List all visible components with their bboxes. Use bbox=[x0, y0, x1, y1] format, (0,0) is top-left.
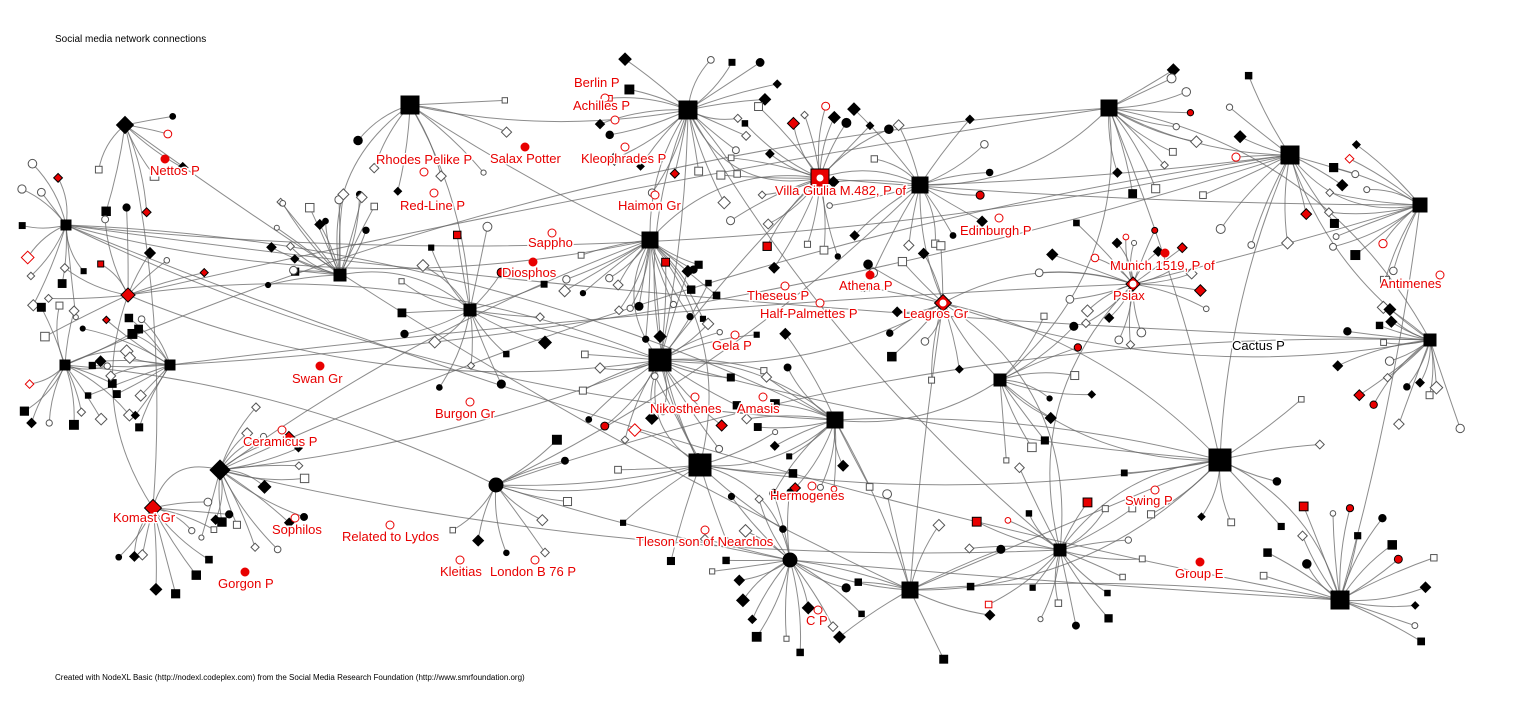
node-label: Red-Line P bbox=[400, 198, 465, 213]
node-label: Berlin P bbox=[574, 75, 620, 90]
node-label: Villa Giulia M.482, P of bbox=[775, 183, 906, 198]
node-label: Diosphos bbox=[502, 265, 557, 280]
graph-edges bbox=[22, 59, 1460, 659]
node-label: Related to Lydos bbox=[342, 529, 440, 544]
node-label: London B 76 P bbox=[490, 564, 576, 579]
node-label: Amasis bbox=[737, 401, 780, 416]
node-label: Antimenes bbox=[1380, 276, 1442, 291]
node-label: Burgon Gr bbox=[435, 406, 496, 421]
node-label: Munich 1519, P of bbox=[1110, 258, 1215, 273]
node-label: Hermogenes bbox=[770, 488, 845, 503]
node-label: Group E bbox=[1175, 566, 1224, 581]
graph-credit: Created with NodeXL Basic (http://nodexl… bbox=[55, 673, 525, 682]
node-label: Swing P bbox=[1125, 493, 1173, 508]
node-label: Edinburgh P bbox=[960, 223, 1032, 238]
node-label: Gela P bbox=[712, 338, 752, 353]
node-label: Komast Gr bbox=[113, 510, 176, 525]
node-label: Rhodes Pelike P bbox=[376, 152, 472, 167]
node-label: Gorgon P bbox=[218, 576, 274, 591]
node-label: Leagros Gr bbox=[903, 306, 969, 321]
node-label: Nettos P bbox=[150, 163, 200, 178]
node-label: Achilles P bbox=[573, 98, 630, 113]
node-label: Athena P bbox=[839, 278, 893, 293]
node-label: Nikosthenes bbox=[650, 401, 722, 416]
node-label: Haimon Gr bbox=[618, 198, 682, 213]
network-graph: Social media network connections Nettos … bbox=[0, 0, 1520, 712]
node-label: Kleitias bbox=[440, 564, 482, 579]
node-label: Cactus P bbox=[1232, 338, 1285, 353]
node-label: Half-Palmettes P bbox=[760, 306, 858, 321]
graph-title: Social media network connections bbox=[55, 34, 206, 45]
node-label: Kleophrades P bbox=[581, 151, 666, 166]
node-label: Psiax bbox=[1113, 288, 1145, 303]
node-label: Tleson son of Nearchos bbox=[636, 534, 774, 549]
node-label: Salax Potter bbox=[490, 151, 561, 166]
node-label: Sappho bbox=[528, 235, 573, 250]
node-label: C P bbox=[806, 613, 828, 628]
node-label: Sophilos bbox=[272, 522, 322, 537]
graph-nodes bbox=[18, 53, 1465, 663]
node-label: Swan Gr bbox=[292, 371, 343, 386]
graph-labels: Nettos P Berlin P Achilles P Rhodes Pelike … bbox=[113, 75, 1442, 628]
node-label: Theseus P bbox=[747, 288, 809, 303]
node-label: Ceramicus P bbox=[243, 434, 317, 449]
